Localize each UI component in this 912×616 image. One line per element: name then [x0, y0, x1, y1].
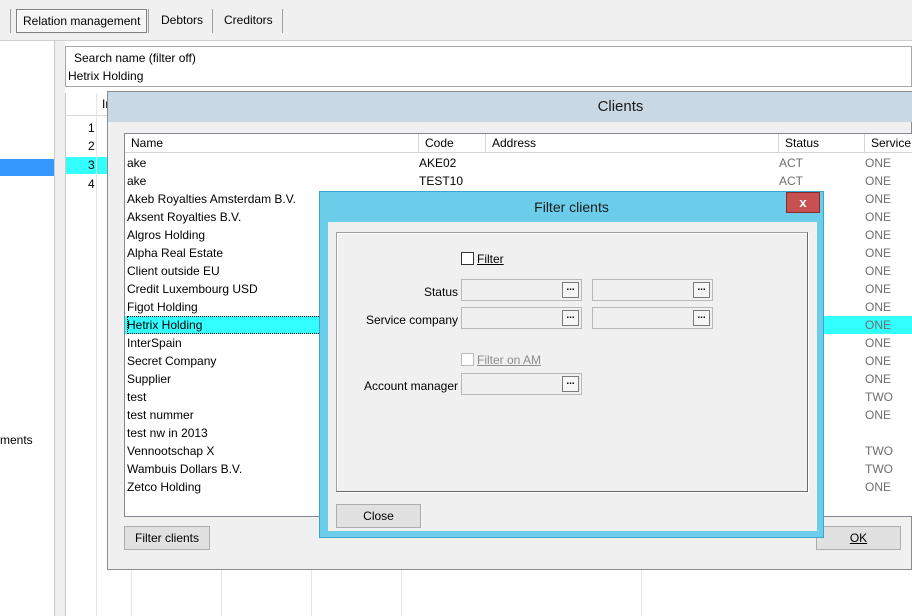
client-service-company-cell: ONE: [865, 300, 892, 314]
clients-dialog-title-bar[interactable]: Clients: [108, 92, 912, 122]
left-panel-item-label[interactable]: ments: [0, 433, 33, 447]
filter-dialog-body: Filter Status ... ... Service company ..…: [328, 222, 817, 531]
clients-dialog-title: Clients: [597, 98, 644, 115]
tab-relation-management[interactable]: Relation management: [16, 9, 148, 33]
client-service-company-cell: ONE: [865, 210, 892, 224]
client-service-company-cell: ONE: [865, 480, 892, 494]
client-service-company-cell: ONE: [865, 174, 892, 188]
grid-row-number: 4: [88, 177, 95, 191]
search-box: Search name (filter off): [65, 46, 912, 87]
client-service-company-cell: TWO: [865, 444, 893, 458]
close-button[interactable]: Close: [336, 504, 421, 528]
account-manager-lookup-button[interactable]: ...: [562, 376, 579, 392]
status-from-field[interactable]: ...: [461, 279, 582, 301]
tab-creditors[interactable]: Creditors: [218, 9, 279, 33]
search-label: Search name (filter off): [74, 51, 196, 65]
client-row[interactable]: ake AKE02 ACT ONE: [125, 154, 912, 172]
client-service-company-cell: ONE: [865, 192, 892, 206]
toolbar-separator: [10, 9, 11, 33]
client-row[interactable]: ake TEST10 ACT ONE: [125, 172, 912, 190]
column-header-service-company[interactable]: Service c: [865, 134, 912, 153]
client-service-company-cell: [865, 424, 912, 442]
client-name-cell: ake: [127, 174, 147, 188]
client-service-company-cell: ONE: [865, 318, 892, 332]
ok-button-label: OK: [849, 531, 868, 545]
service-company-to-field[interactable]: ...: [592, 307, 713, 329]
search-input[interactable]: [68, 68, 868, 84]
filter-on-am-checkbox[interactable]: [461, 353, 474, 366]
service-company-label: Service company: [365, 313, 458, 327]
client-service-company-cell: ONE: [865, 228, 892, 242]
client-service-company-cell: ONE: [865, 282, 892, 296]
column-header-code[interactable]: Code: [419, 134, 486, 153]
filter-dialog-title[interactable]: Filter clients: [320, 192, 823, 222]
toolbar-separator: [148, 9, 149, 33]
client-service-company-cell: ONE: [865, 372, 892, 386]
filter-clients-dialog: Filter clients x Filter Status ... ... S…: [319, 191, 824, 538]
filter-checkbox-label[interactable]: Filter: [477, 252, 504, 266]
column-header-status[interactable]: Status: [779, 134, 865, 153]
grid-row-number: 3: [88, 158, 95, 172]
filter-on-am-label[interactable]: Filter on AM: [477, 353, 541, 367]
client-service-company-cell: ONE: [865, 408, 892, 422]
toolbar-separator: [282, 9, 283, 33]
client-service-company-cell: ONE: [865, 264, 892, 278]
account-manager-field[interactable]: ...: [461, 373, 582, 395]
left-panel-selected-item[interactable]: [0, 159, 54, 176]
status-label: Status: [423, 285, 458, 299]
ok-button[interactable]: OK: [816, 526, 901, 550]
column-header-name[interactable]: Name: [125, 134, 419, 153]
service-company-from-field[interactable]: ...: [461, 307, 582, 329]
status-to-lookup-button[interactable]: ...: [693, 282, 710, 298]
client-status-cell: ACT: [779, 156, 803, 170]
panel-gutter: [55, 41, 65, 616]
client-service-company-cell: ONE: [865, 156, 892, 170]
left-navigation-panel: [0, 41, 55, 616]
client-service-company-cell: ONE: [865, 246, 892, 260]
client-code-cell: TEST10: [419, 174, 464, 188]
client-status-cell: ACT: [779, 174, 803, 188]
top-toolbar: Relation management Debtors Creditors: [0, 0, 912, 41]
close-icon[interactable]: x: [786, 192, 820, 213]
account-manager-label: Account manager: [363, 379, 458, 393]
grid-row-number: 1: [88, 121, 95, 135]
toolbar-separator: [212, 9, 213, 33]
column-header-address[interactable]: Address: [486, 134, 779, 153]
client-name-cell: ake: [127, 156, 147, 170]
filter-checkbox[interactable]: [461, 252, 474, 265]
service-company-from-lookup-button[interactable]: ...: [562, 310, 579, 326]
client-service-company-cell: ONE: [865, 336, 892, 350]
client-service-company-cell: TWO: [865, 462, 893, 476]
status-from-lookup-button[interactable]: ...: [562, 282, 579, 298]
client-service-company-cell: TWO: [865, 390, 893, 404]
tab-debtors[interactable]: Debtors: [155, 9, 209, 33]
status-to-field[interactable]: ...: [592, 279, 713, 301]
filter-group-box: Filter Status ... ... Service company ..…: [336, 232, 808, 492]
filter-clients-button[interactable]: Filter clients: [124, 526, 210, 550]
client-code-cell: AKE02: [419, 156, 457, 170]
grid-row-number: 2: [88, 139, 95, 153]
service-company-to-lookup-button[interactable]: ...: [693, 310, 710, 326]
client-service-company-cell: ONE: [865, 354, 892, 368]
